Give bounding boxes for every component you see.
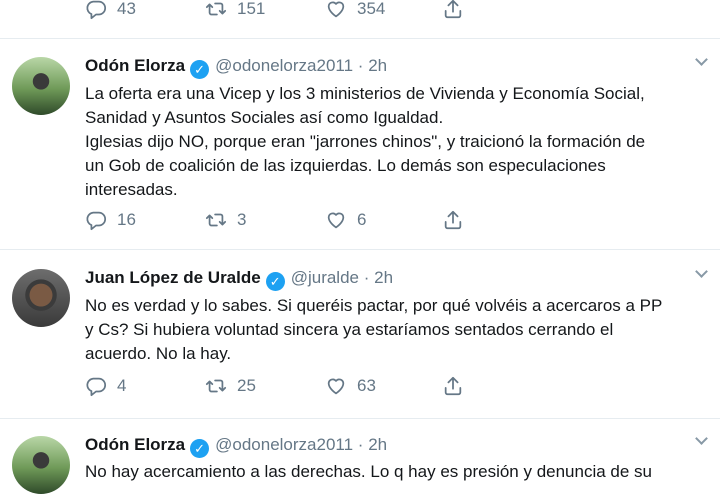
- author-name[interactable]: Odón Elorza: [85, 435, 185, 454]
- share-icon: [444, 376, 462, 396]
- heart-icon: [327, 378, 345, 395]
- divider: [0, 418, 720, 419]
- reply-count: 43: [117, 0, 136, 18]
- author-handle[interactable]: @odonelorza2011: [215, 56, 353, 75]
- retweet-count: 3: [237, 210, 247, 229]
- tweet-header: Odón Elorza ✓ @odonelorza2011 · 2h: [85, 55, 387, 79]
- share-icon: [444, 0, 462, 19]
- retweet-button[interactable]: 3: [205, 209, 246, 231]
- heart-icon: [327, 212, 345, 229]
- tweet-header: Odón Elorza ✓ @odonelorza2011 · 2h: [85, 434, 387, 458]
- author-name[interactable]: Juan López de Uralde: [85, 268, 261, 287]
- chevron-down-icon[interactable]: [696, 269, 706, 279]
- author-handle[interactable]: @juralde: [291, 268, 359, 287]
- share-button[interactable]: [442, 209, 464, 231]
- retweet-icon: [205, 213, 227, 227]
- tweet-actions: 4 25 63: [85, 375, 705, 397]
- reply-count: 4: [117, 376, 127, 395]
- author-name[interactable]: Odón Elorza: [85, 56, 185, 75]
- verified-badge-icon: ✓: [190, 439, 210, 458]
- reply-button[interactable]: 16: [85, 209, 136, 231]
- tweet-header: Juan López de Uralde ✓ @juralde · 2h: [85, 267, 393, 291]
- verified-badge-icon: ✓: [265, 272, 285, 291]
- like-button[interactable]: 63: [325, 375, 376, 397]
- retweet-button[interactable]: 25: [205, 375, 256, 397]
- like-button[interactable]: 6: [325, 209, 366, 231]
- verified-badge-icon: ✓: [190, 60, 210, 79]
- tweet-text: La oferta era una Vicep y los 3 minister…: [85, 84, 646, 199]
- avatar[interactable]: [12, 57, 70, 115]
- reply-button[interactable]: 4: [85, 375, 126, 397]
- reply-icon: [86, 377, 107, 397]
- reply-icon: [86, 211, 107, 231]
- like-count: 6: [357, 210, 367, 229]
- retweet-icon: [205, 2, 227, 16]
- heart-icon: [327, 1, 345, 18]
- retweet-button[interactable]: 151: [205, 0, 265, 20]
- chevron-down-icon[interactable]: [696, 436, 706, 446]
- share-icon: [444, 210, 462, 230]
- share-button[interactable]: [442, 375, 464, 397]
- separator-dot: ·: [357, 56, 364, 75]
- timestamp[interactable]: 2h: [368, 435, 387, 454]
- retweet-icon: [205, 379, 227, 393]
- divider: [0, 38, 720, 39]
- timestamp[interactable]: 2h: [374, 268, 393, 287]
- tweet-actions: 16 3 6: [85, 209, 705, 231]
- tweet-text: No hay acercamiento a las derechas. Lo q…: [85, 462, 653, 481]
- avatar[interactable]: [12, 436, 70, 494]
- like-count: 354: [357, 0, 386, 18]
- separator-dot: ·: [363, 268, 370, 287]
- previous-tweet-actions: 43 151 354: [85, 0, 705, 20]
- tweet-text: No es verdad y lo sabes. Si queréis pact…: [85, 296, 663, 363]
- retweet-count: 25: [237, 376, 256, 395]
- author-handle[interactable]: @odonelorza2011: [215, 435, 353, 454]
- retweet-count: 151: [237, 0, 266, 18]
- like-button[interactable]: 354: [325, 0, 385, 20]
- reply-icon: [86, 0, 107, 20]
- divider: [0, 249, 720, 250]
- reply-count: 16: [117, 210, 136, 229]
- avatar[interactable]: [12, 269, 70, 327]
- chevron-down-icon[interactable]: [696, 57, 706, 67]
- timestamp[interactable]: 2h: [368, 56, 387, 75]
- separator-dot: ·: [357, 435, 364, 454]
- like-count: 63: [357, 376, 376, 395]
- share-button[interactable]: [442, 0, 464, 20]
- reply-button[interactable]: 43: [85, 0, 136, 20]
